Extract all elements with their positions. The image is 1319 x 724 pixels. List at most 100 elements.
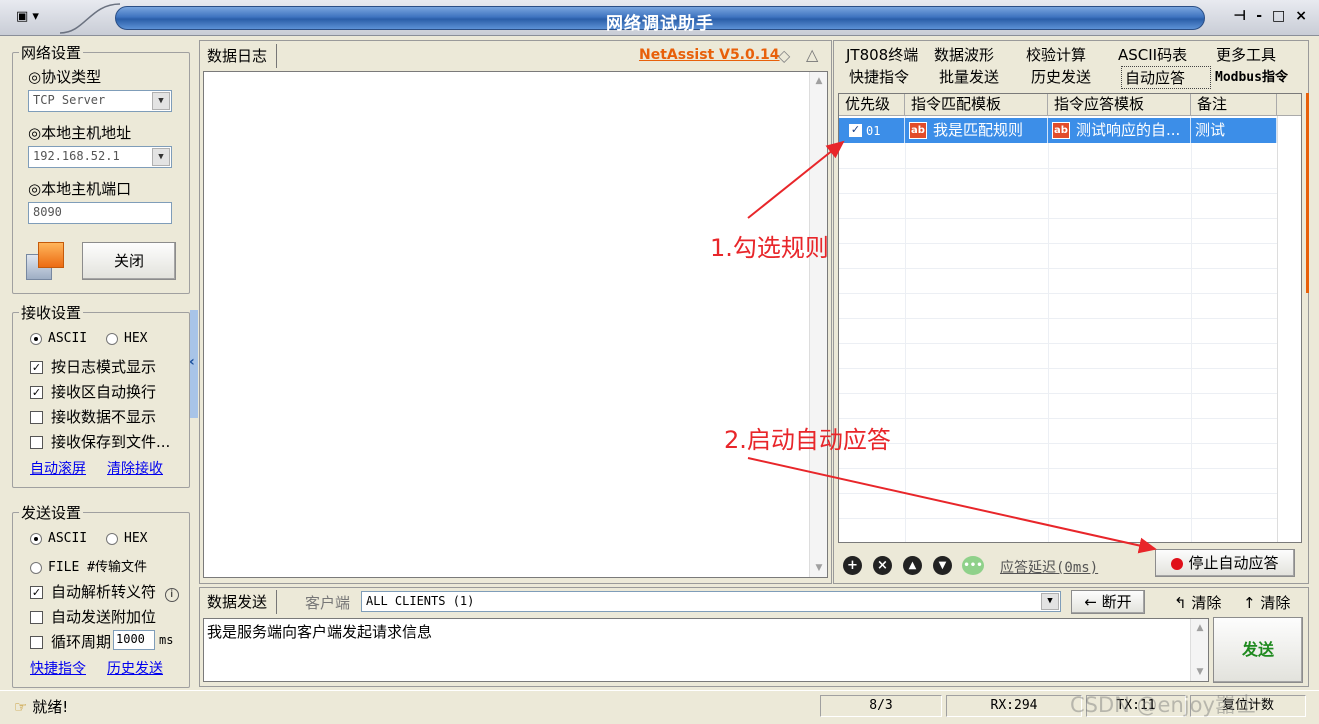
column-note[interactable]: 备注 [1191,94,1277,115]
chevron-down-icon[interactable]: ▼ [152,148,170,166]
record-icon [1171,557,1184,570]
rule-checkbox[interactable]: ✓ [849,124,862,137]
scroll-up-icon[interactable]: ▲ [1191,619,1209,637]
scroll-down-icon[interactable]: ▼ [1191,663,1209,681]
send-option-append[interactable]: 自动发送附加位 [30,606,156,627]
stop-auto-reply-button[interactable]: 停止自动应答 [1155,549,1295,577]
clear-history-button[interactable]: ↑ 清除 [1243,592,1290,613]
client-select[interactable]: ALL CLIENTS (1) ▼ [361,591,1061,612]
row-match-cell[interactable]: ab 我是匹配规则 [905,118,1048,143]
move-up-icon[interactable]: ▲ [903,556,922,575]
tab-waveform[interactable]: 数据波形 [934,44,1026,65]
send-ascii-radio[interactable]: ASCII [30,531,87,546]
send-scrollbar[interactable]: ▲ ▼ [1190,619,1208,681]
shortcuts-link[interactable]: 快捷指令 [30,658,86,678]
reply-delay-link[interactable]: 应答延迟(0ms) [1000,557,1098,577]
send-file-radio[interactable]: FILE #传输文件 [30,556,147,575]
receive-option-wrap[interactable]: ✓ 接收区自动换行 [30,381,156,402]
disconnect-label: 断开 [1101,593,1132,611]
scroll-up-icon[interactable]: ▲ [810,72,828,90]
close-connection-button[interactable]: 关闭 [82,242,176,280]
delete-rule-icon[interactable]: × [873,556,892,575]
send-hex-radio[interactable]: HEX [106,531,147,546]
info-icon[interactable]: i [164,588,179,602]
tab-more-tools[interactable]: 更多工具 [1216,44,1296,65]
receive-hex-radio[interactable]: HEX [106,331,147,346]
autoscroll-link[interactable]: 自动滚屏 [30,458,86,478]
disconnect-button[interactable]: ← 断开 [1071,590,1145,614]
port-field[interactable]: 8090 [28,202,172,224]
brand-link[interactable]: NetAssist V5.0.14 [639,47,780,63]
response-value: 测试响应的自... [1076,121,1181,139]
client-label: 客户端 [305,594,351,612]
tab-modbus[interactable]: Modbus指令 [1215,66,1311,89]
table-row[interactable]: ✓ 01 ab 我是匹配规则 ab 测试响应的自... 测试 [839,118,1277,143]
scroll-down-icon[interactable]: ▼ [810,559,828,577]
collapse-handle[interactable]: ‹ [189,310,198,418]
host-select[interactable]: 192.168.52.1 ▼ [28,146,172,168]
receive-option-save[interactable]: 接收保存到文件... [30,431,170,452]
tab-auto-reply[interactable]: 自动应答 [1121,66,1211,89]
text-template-icon: ab [909,122,927,139]
check-icon: ✓ [30,361,43,374]
auto-reply-rules-table: 优先级 指令匹配模板 指令应答模板 备注 ✓ 01 ab 我是匹配规则 ab 测试响应… [838,93,1302,543]
column-response-template[interactable]: 指令应答模板 [1048,94,1191,115]
clear-send-button[interactable]: ↰ 清除 [1174,592,1221,613]
cycle-period-field[interactable]: 1000 [113,630,155,650]
chevron-down-icon[interactable]: ▼ [1041,593,1059,610]
history-link[interactable]: 历史发送 [107,658,163,678]
add-rule-icon[interactable]: + [843,556,862,575]
table-scroll-area[interactable] [1277,116,1301,542]
data-send-tab[interactable]: 数据发送 [207,591,267,612]
option-label: 接收数据不显示 [51,408,157,426]
grid-line [1048,116,1049,542]
chat-icon[interactable]: ••• [962,556,984,575]
close-button[interactable]: × [1295,8,1307,24]
ready-text: 就绪! [32,698,69,716]
tab-shortcuts[interactable]: 快捷指令 [849,66,939,89]
clear-receive-link[interactable]: 清除接收 [107,458,163,478]
send-ascii-label: ASCII [48,531,88,546]
tab-history[interactable]: 历史发送 [1031,66,1121,89]
receive-ascii-radio[interactable]: ASCII [30,331,87,346]
move-down-icon[interactable]: ▼ [933,556,952,575]
option-label: 循环周期 [51,633,112,651]
minimize-button[interactable]: - [1256,8,1262,24]
check-icon: ✓ [30,386,43,399]
pointing-hand-icon: ☞ [14,698,33,716]
match-value: 我是匹配规则 [933,121,1024,139]
chevron-down-icon[interactable]: ▼ [152,92,170,110]
radio-on-icon [30,532,42,545]
clear-label: 清除 [1191,594,1222,612]
tab-ascii-table[interactable]: ASCII码表 [1118,44,1216,65]
tab-batch-send[interactable]: 批量发送 [939,66,1031,89]
row-priority-cell[interactable]: ✓ 01 [839,118,905,143]
send-option-cycle[interactable]: 循环周期 [30,631,111,652]
annotation-step2: 2.启动自动应答 [724,426,891,454]
column-match-template[interactable]: 指令匹配模板 [905,94,1048,115]
host-label: ◎本地主机地址 [28,124,132,142]
title-bar: ▣ ▾ 网络调试助手 ⊣ - □ × [0,0,1319,36]
tab-jt808[interactable]: JT808终端 [846,44,934,65]
system-menu-icon[interactable]: ▣ ▾ [16,9,39,24]
log-scrollbar[interactable]: ▲ ▼ [809,72,827,577]
bell-icon[interactable]: △ [806,45,818,64]
row-note-cell[interactable]: 测试 [1191,118,1277,143]
receive-option-hide[interactable]: 接收数据不显示 [30,406,156,427]
pin-icon[interactable]: ⊣ [1233,8,1246,24]
send-button[interactable]: 发送 [1213,617,1303,683]
data-log-tab[interactable]: 数据日志 [207,45,267,66]
receive-option-log-mode[interactable]: ✓ 按日志模式显示 [30,356,156,377]
protocol-select[interactable]: TCP Server ▼ [28,90,172,112]
send-option-escape[interactable]: ✓ 自动解析转义符 i [30,581,179,602]
watermark: CSDN @enjoy嚣士 [1070,693,1257,717]
diamond-icon[interactable]: ◇ [778,46,790,65]
receive-settings-legend: 接收设置 [21,304,82,322]
column-priority[interactable]: 优先级 [839,94,905,115]
window-controls: ⊣ - □ × [1233,8,1307,24]
tab-checksum[interactable]: 校验计算 [1026,44,1118,65]
maximize-button[interactable]: □ [1272,8,1285,24]
row-response-cell[interactable]: ab 测试响应的自... [1048,118,1191,143]
data-log-area[interactable]: ▲ ▼ [203,71,828,578]
send-message-input[interactable]: 我是服务端向客户端发起请求信息 ▲ ▼ [203,618,1209,682]
